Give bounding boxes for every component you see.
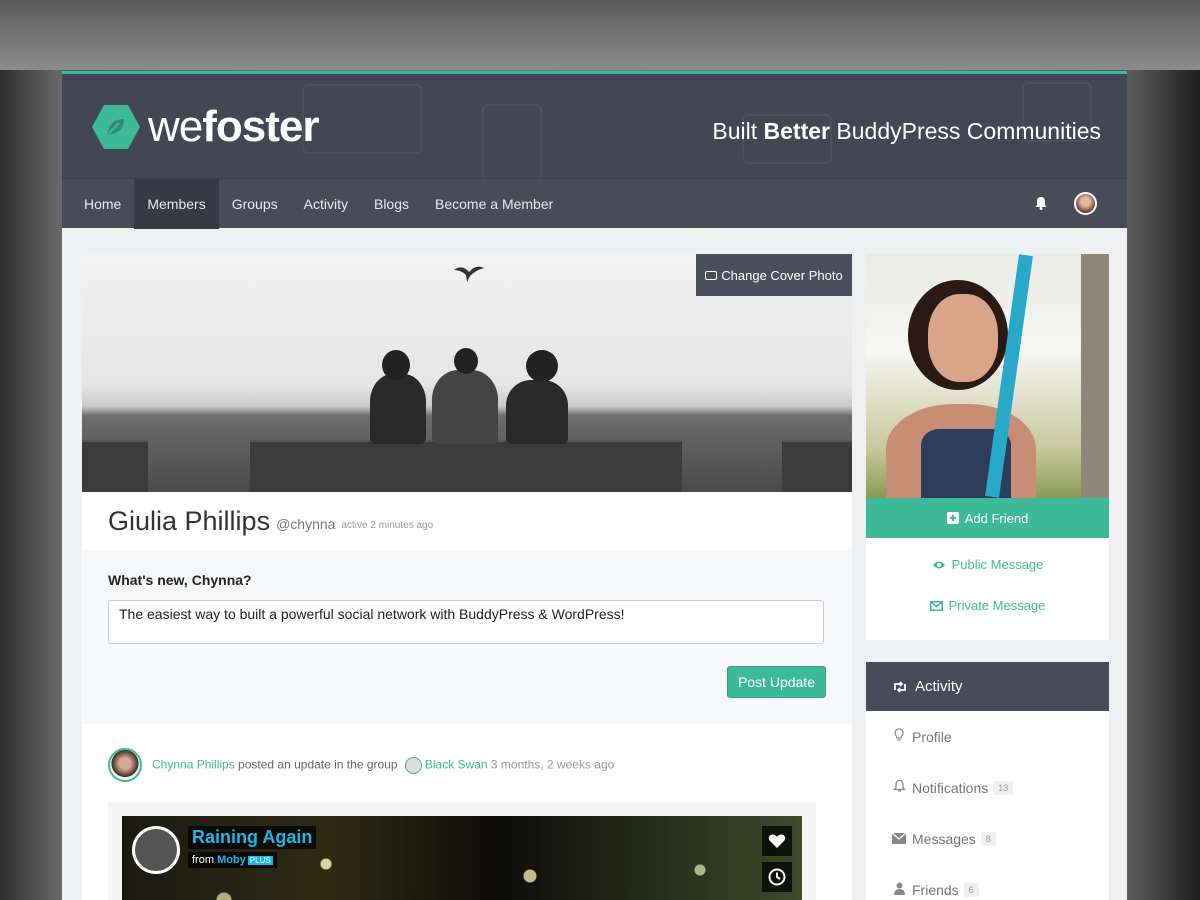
private-message-link[interactable]: Private Message: [866, 585, 1109, 626]
envelope-icon: [892, 831, 906, 847]
lightbulb-icon: [892, 728, 906, 745]
message-links: Public Message Private Message: [866, 538, 1109, 640]
profile-nav-notifications[interactable]: Notifications 13: [866, 762, 1109, 813]
cover-wall: [782, 440, 852, 492]
heart-icon[interactable]: [762, 826, 792, 856]
site-logo[interactable]: wefoster: [92, 102, 320, 152]
group-avatar[interactable]: [404, 756, 422, 774]
nav-item-activity[interactable]: Activity: [291, 179, 361, 229]
cover-photo: Change Cover Photo: [82, 254, 852, 492]
nav-item-home[interactable]: Home: [62, 179, 134, 229]
photo-face: [928, 294, 998, 382]
cover-person: [432, 370, 498, 444]
user-icon: [892, 882, 906, 898]
eye-icon: [932, 561, 945, 568]
activity-header: Chynna Phillips posted an update in the …: [108, 748, 826, 782]
logo-suffix: foster: [202, 102, 319, 151]
profile-nav-messages[interactable]: Messages 8: [866, 813, 1109, 864]
video-title[interactable]: Raining Again: [188, 826, 317, 849]
activity-item: Chynna Phillips posted an update in the …: [82, 724, 852, 900]
profile-nav-messages-label: Messages: [912, 830, 976, 847]
site-header: wefoster Built Better BuddyPress Communi…: [62, 74, 1127, 178]
private-message-label: Private Message: [948, 598, 1046, 613]
video-player[interactable]: Raining Again from Moby PLUS: [122, 816, 802, 900]
activity-time: 3 months, 2 weeks ago: [487, 757, 615, 772]
profile-main: Change Cover Photo Giulia Phillips @chyn…: [82, 254, 852, 900]
profile-nav-notifications-label: Notifications: [912, 779, 989, 796]
logo-prefix: we: [148, 102, 203, 151]
video-plus-badge: PLUS: [247, 856, 273, 865]
whats-new-label: What's new, Chynna?: [108, 572, 252, 588]
change-cover-label: Change Cover Photo: [721, 267, 843, 283]
video-from: from Moby PLUS: [188, 852, 277, 868]
whats-new-form: What's new, Chynna? The easiest way to b…: [82, 550, 852, 724]
video-author-avatar[interactable]: [132, 826, 180, 874]
video-from-label: from: [192, 854, 218, 866]
add-friend-label: Add Friend: [964, 510, 1029, 526]
profile-nav-profile-label: Profile: [912, 728, 952, 745]
profile-nav-activity-label: Activity: [915, 678, 963, 695]
cover-wall: [82, 440, 148, 492]
profile-active-status: active 2 minutes ago: [341, 519, 434, 531]
notifications-count-badge: 13: [993, 780, 1014, 795]
tagline-pre: Built: [712, 118, 764, 144]
bell-outline-icon: [892, 779, 906, 796]
status-update-input[interactable]: The easiest way to built a powerful soci…: [108, 600, 824, 644]
logo-text: wefoster: [148, 102, 320, 152]
change-cover-photo-button[interactable]: Change Cover Photo: [696, 254, 852, 296]
video-embed: Raining Again from Moby PLUS: [108, 802, 816, 900]
activity-group-link[interactable]: Black Swan: [425, 757, 488, 771]
cover-person: [506, 380, 568, 444]
bird-icon: [454, 266, 484, 282]
cover-person-head: [382, 350, 410, 380]
clock-icon[interactable]: [762, 862, 792, 892]
blurred-background-top: [0, 0, 1200, 70]
profile-handle: @chynna: [276, 516, 336, 532]
profile-nav-activity[interactable]: Activity: [866, 662, 1109, 711]
messages-count-badge: 8: [980, 831, 996, 846]
activity-user-link[interactable]: Chynna Phillips: [152, 757, 235, 771]
site-tagline: Built Better BuddyPress Communities: [712, 118, 1101, 145]
nav-item-groups[interactable]: Groups: [219, 179, 291, 229]
profile-nav-profile[interactable]: Profile: [866, 711, 1109, 762]
nav-item-become-member[interactable]: Become a Member: [422, 179, 566, 229]
header-decoration: [482, 104, 542, 178]
post-update-button[interactable]: Post Update: [726, 666, 826, 698]
profile-nav: Activity Profile Notifications 13 Messag…: [866, 662, 1109, 900]
add-friend-button[interactable]: Add Friend: [866, 498, 1109, 538]
profile-name: Giulia Phillips: [108, 505, 271, 536]
cover-person-head: [526, 350, 558, 382]
tagline-bold: Better: [763, 118, 830, 144]
envelope-icon: [929, 600, 943, 611]
nav-item-members[interactable]: Members: [134, 178, 219, 229]
profile-photo: [866, 254, 1109, 498]
tagline-post: BuddyPress Communities: [830, 118, 1101, 144]
browser-window: wefoster Built Better BuddyPress Communi…: [62, 71, 1127, 900]
retweet-icon: [894, 680, 906, 693]
blurred-background-right: [1127, 70, 1200, 900]
nav-item-blogs[interactable]: Blogs: [361, 179, 422, 229]
blurred-background-left: [0, 70, 62, 900]
cover-person-head: [454, 348, 478, 374]
activity-avatar[interactable]: [108, 748, 142, 782]
main-navigation: Home Members Groups Activity Blogs Becom…: [62, 178, 1127, 229]
profile-sidebar: Add Friend Public Message Private Messag…: [866, 254, 1109, 900]
profile-header: Giulia Phillips @chynna active 2 minutes…: [82, 492, 852, 550]
public-message-link[interactable]: Public Message: [866, 544, 1109, 585]
plus-square-icon: [946, 512, 959, 524]
friends-count-badge: 6: [963, 882, 979, 897]
cover-person: [370, 374, 426, 444]
profile-nav-friends[interactable]: Friends 6: [866, 864, 1109, 900]
header-decoration: [302, 84, 422, 154]
cover-wall: [250, 440, 682, 492]
video-author-link[interactable]: Moby: [217, 854, 246, 866]
photo-tree: [1081, 254, 1109, 498]
activity-action: posted an update in the group: [234, 757, 401, 772]
camera-icon: [705, 270, 718, 280]
leaf-icon: [92, 105, 140, 149]
user-avatar[interactable]: [1074, 192, 1097, 215]
bell-icon[interactable]: [1033, 195, 1049, 216]
public-message-label: Public Message: [951, 557, 1044, 572]
profile-nav-friends-label: Friends: [912, 881, 959, 898]
